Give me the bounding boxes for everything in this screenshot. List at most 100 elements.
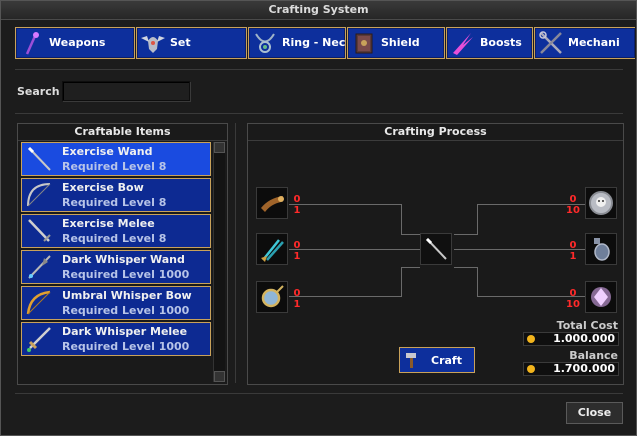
tab-label: Boosts	[480, 36, 522, 49]
connector	[454, 249, 542, 250]
connector	[477, 204, 541, 205]
search-input[interactable]	[62, 81, 190, 101]
winged-helmet-icon	[141, 36, 165, 53]
connector	[401, 267, 420, 268]
item-name: Exercise Bow	[62, 181, 144, 194]
item-level: Required Level 1000	[62, 304, 190, 317]
ingredient-count: 01	[293, 194, 301, 216]
tab-label: Set	[170, 36, 191, 49]
ingredient-count: 01	[569, 240, 577, 262]
scroll-down-button[interactable]	[214, 371, 225, 382]
item-level: Required Level 1000	[62, 340, 190, 353]
connector	[477, 296, 541, 297]
craftable-items-header: Craftable Items	[18, 124, 227, 141]
potion-flask-icon	[594, 238, 610, 261]
list-item-dark-whisper-melee[interactable]: Dark Whisper Melee Required Level 1000	[21, 322, 211, 356]
crafting-process-header: Crafting Process	[248, 124, 623, 141]
tab-boosts[interactable]: Boosts	[446, 27, 533, 59]
craftable-items-list: Exercise Wand Required Level 8 Exercise …	[21, 142, 211, 382]
item-name: Exercise Melee	[62, 217, 155, 230]
connector	[454, 234, 478, 235]
total-cost-field: 1.000.000	[523, 332, 619, 346]
list-item-dark-whisper-wand[interactable]: Dark Whisper Wand Required Level 1000	[21, 250, 211, 284]
wand-icon	[27, 146, 51, 171]
list-scrollbar[interactable]	[213, 142, 225, 382]
ingredient-count: 0 10	[566, 194, 580, 216]
crafting-window: Crafting System Weapons Set Ring - Neck …	[0, 0, 637, 436]
ingredient-count: 01	[293, 288, 301, 310]
total-cost-value: 1.000.000	[553, 332, 615, 345]
monocle-icon	[261, 285, 284, 308]
scroll-up-button[interactable]	[214, 142, 225, 153]
wand-icon	[425, 237, 447, 260]
list-item-exercise-melee[interactable]: Exercise Melee Required Level 8	[21, 214, 211, 248]
category-tabs: Weapons Set Ring - Neck Shield Boosts Me…	[15, 27, 635, 59]
horn-icon	[261, 196, 284, 212]
wand-icon	[25, 32, 39, 55]
item-name: Dark Whisper Wand	[62, 253, 185, 266]
bow-icon	[27, 183, 51, 207]
item-name: Exercise Wand	[62, 145, 153, 158]
item-level: Required Level 8	[62, 196, 167, 209]
ingredient-slot[interactable]	[256, 233, 288, 265]
ingredient-slot[interactable]	[585, 187, 617, 219]
gold-coin-icon	[527, 365, 535, 373]
search-label: Search	[17, 85, 60, 98]
balance-field: 1.700.000	[523, 362, 619, 376]
connector	[337, 204, 401, 205]
connector	[401, 204, 402, 234]
tab-mechanic[interactable]: Mechani	[534, 27, 635, 59]
pink-crystal-icon	[591, 287, 611, 307]
tab-set[interactable]: Set	[136, 27, 247, 59]
umbral-bow-icon	[26, 290, 51, 315]
item-level: Required Level 8	[62, 232, 167, 245]
dark-wand-icon	[28, 255, 51, 279]
ingredient-slot[interactable]	[256, 187, 288, 219]
ingredient-slot[interactable]	[256, 281, 288, 313]
item-name: Dark Whisper Melee	[62, 325, 188, 338]
connector	[401, 234, 420, 235]
ingredient-slot[interactable]	[585, 281, 617, 313]
tab-weapons[interactable]: Weapons	[15, 27, 135, 59]
ingredient-count: 01	[293, 240, 301, 262]
craft-button[interactable]: Craft	[399, 347, 475, 373]
connector	[337, 249, 420, 250]
list-item-umbral-whisper-bow[interactable]: Umbral Whisper Bow Required Level 1000	[21, 286, 211, 320]
item-name: Umbral Whisper Bow	[62, 289, 192, 302]
hammer-icon	[406, 353, 416, 368]
sword-icon	[28, 219, 51, 242]
list-item-exercise-bow[interactable]: Exercise Bow Required Level 8	[21, 178, 211, 212]
connector	[454, 267, 478, 268]
connector	[401, 267, 402, 297]
ingredient-count: 0 10	[566, 288, 580, 310]
list-item-exercise-wand[interactable]: Exercise Wand Required Level 8	[21, 142, 211, 176]
connector	[337, 296, 401, 297]
tab-label: Shield	[381, 36, 420, 49]
tab-label: Weapons	[49, 36, 106, 49]
tab-shield[interactable]: Shield	[347, 27, 445, 59]
window-title: Crafting System	[1, 1, 636, 20]
dark-sword-icon	[27, 327, 51, 352]
tab-ring-neck[interactable]: Ring - Neck	[248, 27, 346, 59]
connector	[477, 204, 478, 234]
craftable-items-panel: Craftable Items Exercise Wand Required L…	[17, 123, 228, 385]
connector	[477, 267, 478, 297]
craft-label: Craft	[431, 354, 462, 367]
item-level: Required Level 1000	[62, 268, 190, 281]
divider	[235, 123, 236, 383]
close-button[interactable]: Close	[566, 402, 623, 424]
divider	[15, 113, 623, 114]
gold-coin-icon	[527, 335, 535, 343]
divider	[15, 69, 623, 70]
feather-darts-icon	[261, 239, 284, 262]
necklace-icon	[255, 33, 275, 53]
tab-label: Mechani	[568, 36, 620, 49]
result-slot[interactable]	[420, 233, 452, 265]
item-level: Required Level 8	[62, 160, 167, 173]
energy-wings-icon	[453, 33, 473, 55]
ingredient-slot[interactable]	[585, 233, 617, 265]
balance-value: 1.700.000	[553, 362, 615, 375]
divider	[15, 393, 623, 394]
silver-skull-coin-icon	[589, 191, 613, 215]
balance-label: Balance	[569, 349, 618, 362]
